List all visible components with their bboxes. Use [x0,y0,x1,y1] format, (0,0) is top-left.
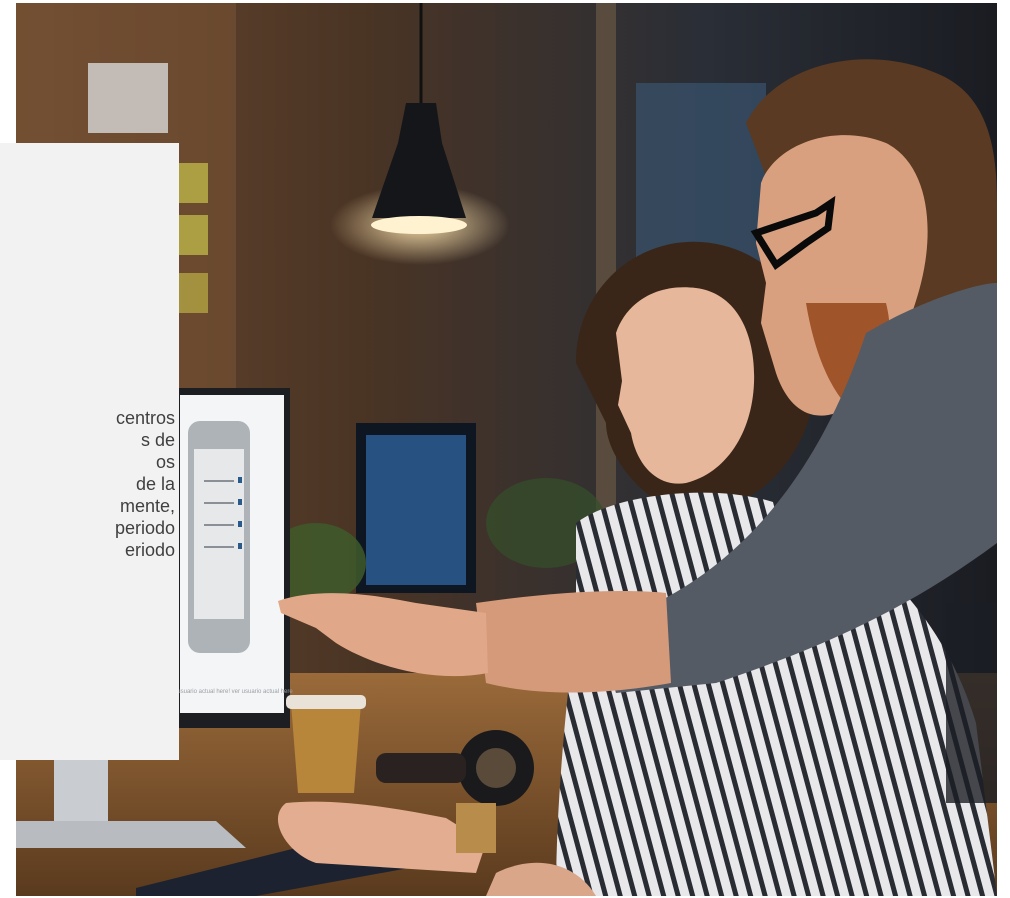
woman-watch [456,803,496,853]
coffee-cup-lid [286,695,366,709]
panel-text-line: periodo [114,518,175,538]
coffee-cup [291,703,361,793]
mockup-dot [238,543,242,549]
lamp-bulb [371,216,467,234]
phone-mockup-screen [194,449,244,619]
background-monitor-screen [366,435,466,585]
panel-paragraph: centros s de os de la mente, periodo eri… [0,407,179,561]
mockup-dot [238,499,242,505]
wall-poster [88,63,168,133]
text-panel: centros s de os de la mente, periodo eri… [0,143,179,760]
monitor-base [16,821,246,848]
sticky-note [178,163,208,203]
headphones-band [376,753,466,783]
screen-caption: ver usuario actual here! ver usuario act… [167,689,293,695]
sticky-note [178,273,208,313]
man-forearm [476,591,671,693]
panel-text-line: de la [135,474,175,494]
sticky-note [178,215,208,255]
panel-text-line: eriodo [124,540,175,560]
panel-text-line: os [155,452,175,472]
panel-text-line: centros [115,408,175,428]
panel-text-line: mente, [119,496,175,516]
panel-text-line: s de [140,430,175,450]
slide-canvas: ver usuario actual here! ver usuario act… [0,0,1010,898]
chair [946,603,997,803]
mockup-dot [238,477,242,483]
mockup-dot [238,521,242,527]
headphones-cup [476,748,516,788]
